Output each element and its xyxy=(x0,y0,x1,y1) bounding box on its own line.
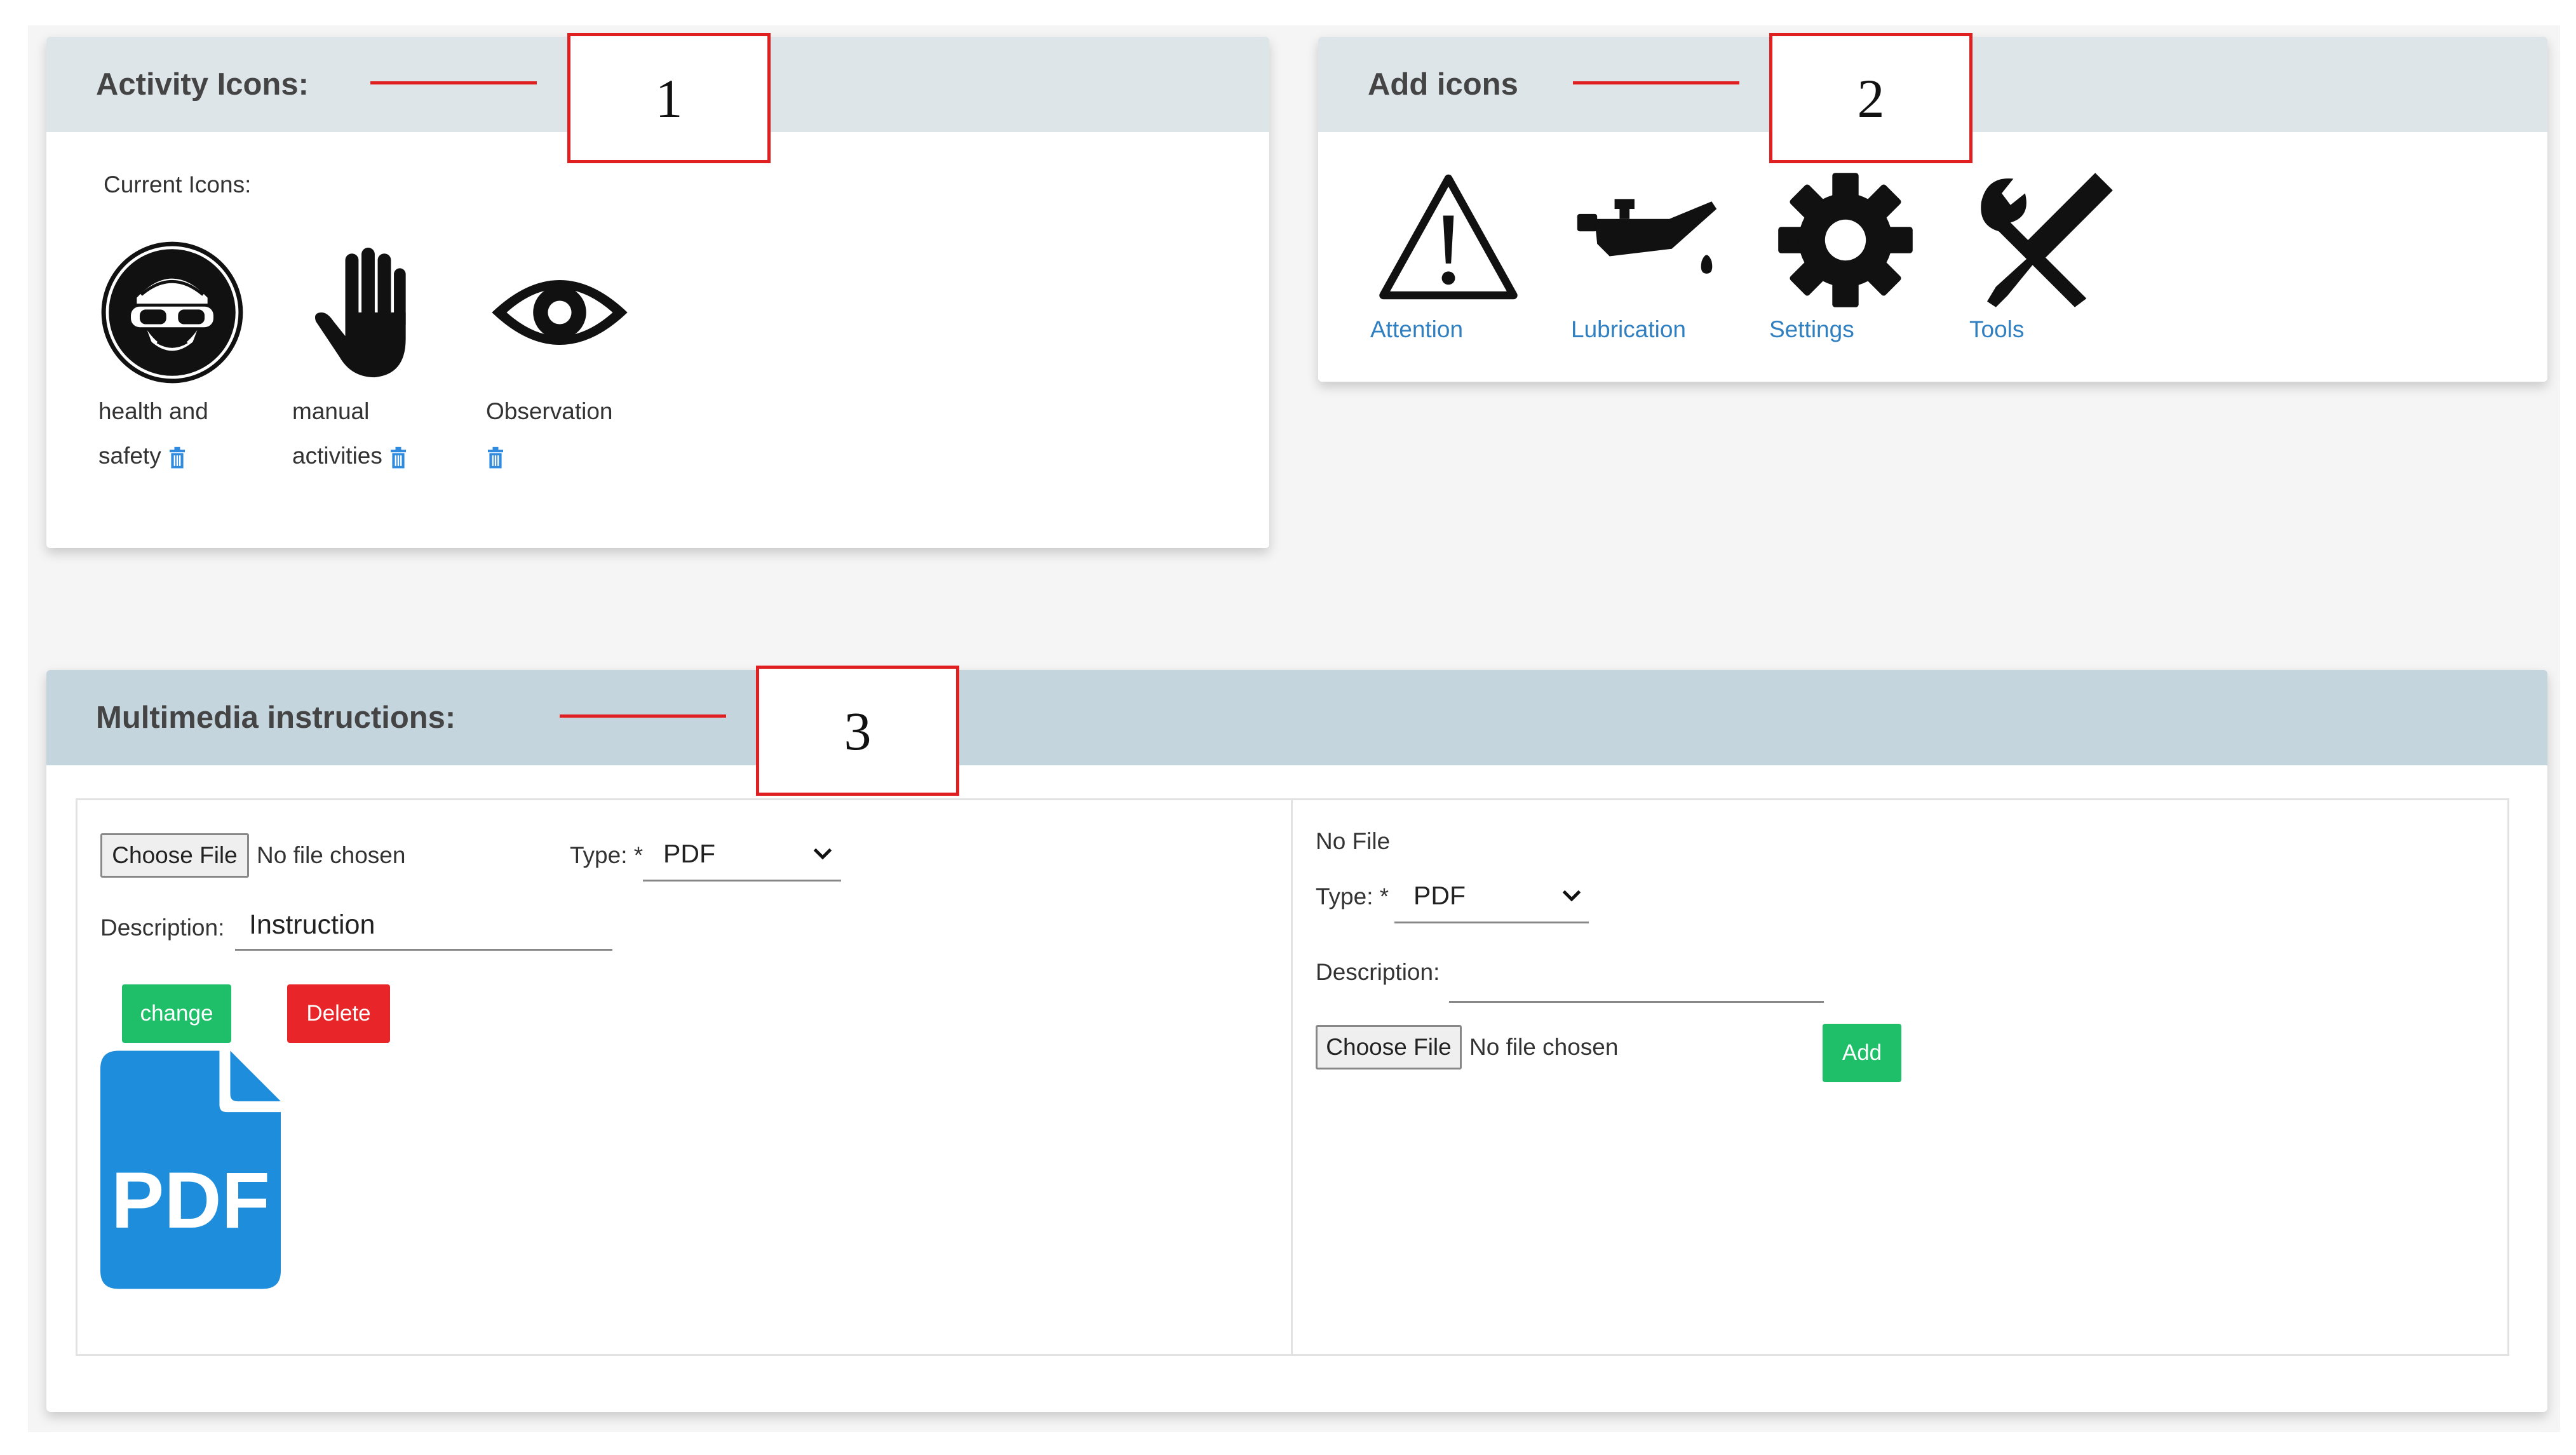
callout-box-3: 3 xyxy=(756,666,959,796)
type-label: Type: * xyxy=(570,842,644,868)
icon-label-line1: manual xyxy=(292,398,370,424)
description-value: Instruction xyxy=(249,909,375,940)
no-file-title: No File xyxy=(1316,828,1391,854)
no-file-chosen-text: No file chosen xyxy=(257,842,406,868)
description-label: Description: xyxy=(100,915,225,941)
pdf-label: PDF xyxy=(111,1157,270,1245)
choose-file-button[interactable]: Choose File xyxy=(100,833,249,878)
current-icons-label: Current Icons: xyxy=(104,171,252,198)
tools-icon[interactable] xyxy=(1972,167,2119,313)
choose-file-button[interactable]: Choose File xyxy=(1316,1025,1462,1069)
multimedia-right-panel: No File Type: * PDF Description: Choose … xyxy=(1293,798,2509,1356)
multimedia-left-panel: Choose File No file chosen Type: * PDF D… xyxy=(76,798,1293,1356)
callout-box-1: 1 xyxy=(567,33,771,163)
activity-icon-observation[interactable]: Observation xyxy=(486,239,633,478)
pdf-file-icon[interactable]: PDF xyxy=(100,1050,281,1289)
type-select[interactable]: PDF xyxy=(643,828,841,882)
icon-label-line1: health and xyxy=(98,398,208,424)
trash-icon[interactable] xyxy=(168,445,187,469)
multimedia-card: Multimedia instructions: Choose File No … xyxy=(46,670,2547,1412)
add-button[interactable]: Add xyxy=(1823,1024,1901,1082)
chevron-down-icon xyxy=(1562,890,1581,902)
icon-label-line2: safety xyxy=(98,443,161,469)
change-button[interactable]: change xyxy=(122,984,231,1043)
activity-icons-title: Activity Icons: xyxy=(96,67,309,102)
description-input[interactable] xyxy=(1449,953,1824,1003)
add-icon-label-attention[interactable]: Attention xyxy=(1370,316,1463,343)
chevron-down-icon xyxy=(813,848,832,860)
type-select[interactable]: PDF xyxy=(1394,870,1589,923)
activity-icon-health-safety[interactable]: health and safety xyxy=(98,239,246,478)
icon-label-line1: Observation xyxy=(486,398,613,424)
callout-line-3 xyxy=(560,714,726,718)
callout-line-1 xyxy=(370,81,537,84)
add-icons-title: Add icons xyxy=(1368,67,1518,102)
hand-icon xyxy=(314,247,406,378)
oil-can-icon[interactable] xyxy=(1572,186,1722,294)
callout-box-2: 2 xyxy=(1769,33,1972,163)
multimedia-header: Multimedia instructions: xyxy=(46,670,2547,765)
type-select-value: PDF xyxy=(1413,881,1466,910)
warning-icon[interactable] xyxy=(1375,170,1521,304)
multimedia-title: Multimedia instructions: xyxy=(96,701,456,735)
icon-label-line2: activities xyxy=(292,443,382,469)
delete-button[interactable]: Delete xyxy=(287,984,390,1043)
add-icon-label-tools[interactable]: Tools xyxy=(1969,316,2024,343)
activity-icon-manual-activities[interactable]: manual activities xyxy=(292,239,440,478)
type-label: Type: * xyxy=(1316,883,1389,909)
add-icon-label-lubrication[interactable]: Lubrication xyxy=(1571,316,1686,343)
trash-icon[interactable] xyxy=(486,445,505,469)
add-icon-label-settings[interactable]: Settings xyxy=(1769,316,1854,343)
description-input[interactable]: Instruction xyxy=(235,901,612,951)
safety-goggles-icon xyxy=(101,241,243,384)
description-label: Description: xyxy=(1316,959,1440,985)
eye-icon xyxy=(492,279,628,345)
gear-icon[interactable] xyxy=(1772,167,1919,313)
type-select-value: PDF xyxy=(663,839,715,868)
no-file-chosen-text: No file chosen xyxy=(1469,1034,1619,1060)
trash-icon[interactable] xyxy=(389,445,408,469)
callout-line-2 xyxy=(1573,81,1739,84)
